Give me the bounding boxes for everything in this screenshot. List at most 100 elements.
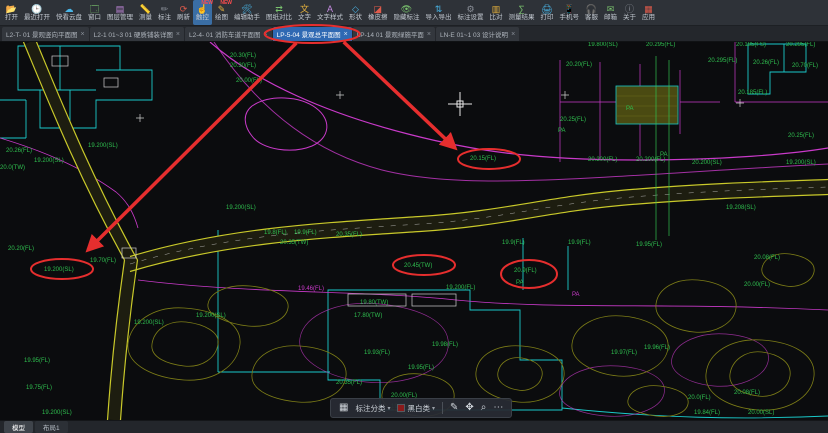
toolbar-item-22[interactable]: 📱手机号 (557, 0, 583, 25)
toolbar-item-label: 导入导出 (426, 14, 452, 22)
chevron-down-icon: ▾ (387, 405, 390, 412)
toolbar-item-icon: ▥ (492, 4, 501, 14)
toolbar-item-icon: 文 (300, 4, 309, 14)
chevron-down-icon: ▾ (432, 405, 435, 412)
toolbar-item-20[interactable]: ∑测量结果 (506, 0, 538, 25)
toolbar-item-3[interactable]: 🗔窗口 (85, 0, 104, 25)
toolbar-item-label: 手机号 (560, 14, 580, 22)
toolbar-item-21[interactable]: 🖨打印 (538, 0, 557, 25)
toolbar-item-icon: ⟳ (180, 4, 188, 14)
more-icon[interactable]: ⋯ (493, 403, 503, 413)
space-tab-1[interactable]: 布局1 (35, 421, 68, 433)
drawing-canvas[interactable]: 19.800(SL)20.295(FL)20.185(FS)20.295(FL)… (0, 42, 828, 420)
toolbar-item-7[interactable]: ⟳刷新 (174, 0, 193, 25)
toolbar-item-icon: ⇅ (435, 4, 443, 14)
toolbar-item-label: 图层管理 (107, 14, 133, 22)
vegetation-contours-layer (128, 254, 814, 417)
toolbar-item-label: 文字样式 (317, 14, 343, 22)
annotation-category-dropdown[interactable]: 标注分类 ▾ (355, 403, 390, 414)
toolbar-item-23[interactable]: 🎧客服 (582, 0, 601, 25)
toolbar-item-icon: ◇ (352, 4, 359, 14)
tab-close-icon[interactable]: × (427, 31, 431, 38)
toolbar-item-icon: ✉ (607, 4, 615, 14)
toolbar-item-label: 应用 (642, 14, 655, 22)
toolbar-item-icon: ☁ (65, 4, 74, 14)
tab-close-icon[interactable]: × (511, 31, 515, 38)
document-tab-4[interactable]: LP-14 01 景观绿施平面× (353, 27, 435, 41)
toolbar-item-label: 编辑助手 (234, 14, 260, 22)
toolbar-item-25[interactable]: ⓘ关于 (620, 0, 639, 25)
document-tab-5[interactable]: LN-E 01~1 03 设计说明× (436, 27, 519, 41)
toolbar-item-label: 图纸对比 (266, 14, 292, 22)
tab-close-icon[interactable]: × (344, 31, 348, 38)
toolbar-item-26[interactable]: ▦应用 (639, 0, 658, 25)
roads-layer (24, 42, 828, 420)
toolbar-item-icon: 📂 (6, 4, 17, 14)
toolbar-item-6[interactable]: ✏标注 (155, 0, 174, 25)
toolbar-item-icon: 🗔 (90, 4, 100, 14)
toolbar-item-5[interactable]: 📏测量 (136, 0, 155, 25)
toolbar-item-label: 窗口 (88, 14, 101, 22)
tab-label: LN-E 01~1 03 设计说明 (440, 29, 508, 39)
toolbar-item-label: 橡皮擦 (368, 14, 388, 22)
toolbar-item-16[interactable]: 👁隐藏标注 (391, 0, 423, 25)
space-tab-0[interactable]: 模型 (4, 421, 33, 433)
color-style-label: 黑白类 (407, 403, 430, 414)
toolbar-item-11[interactable]: ⇄图纸对比 (263, 0, 295, 25)
toolbar-item-label: 打印 (541, 14, 554, 22)
document-tab-2[interactable]: L2-4- 01 消防车道平面图× (185, 27, 272, 41)
toolbar-item-label: 关于 (623, 14, 636, 22)
pan-icon[interactable]: ✥ (465, 403, 473, 413)
toolbar-item-1[interactable]: 🕒最近打开 (21, 0, 53, 25)
document-tab-0[interactable]: L2-T- 01 景观竖向平面图× (2, 27, 89, 41)
cad-viewer-app: 📂打开🕒最近打开☁快看云盘🗔窗口▤图层管理📏测量✏标注⟳刷新☝触控NEW✎绘图N… (0, 0, 828, 433)
color-style-dropdown[interactable]: 黑白类 ▾ (397, 403, 435, 414)
pen-icon[interactable]: ✎ (450, 403, 458, 413)
document-tabbar: L2-T- 01 景观竖向平面图×L2-1 01~3 01 硬质铺装详图×L2-… (0, 26, 828, 42)
toolbar-item-label: 文字 (298, 14, 311, 22)
tab-close-icon[interactable]: × (81, 31, 85, 38)
toolbar-item-label: 客服 (585, 14, 598, 22)
toolbar-item-label: 绘图 (215, 14, 228, 22)
tab-close-icon[interactable]: × (176, 31, 180, 38)
tab-close-icon[interactable]: × (264, 31, 268, 38)
statusbar: 模型布局1 (0, 420, 828, 433)
zoom-icon[interactable]: ⌕ (481, 403, 487, 413)
toolbar-item-14[interactable]: ◇形状 (346, 0, 365, 25)
toolbar-item-label: 刷新 (177, 14, 190, 22)
crosshair-cursor (448, 92, 472, 116)
toolbar-item-8[interactable]: ☝触控NEW (193, 0, 212, 25)
toolbar-item-9[interactable]: ✎绘图NEW (212, 0, 231, 25)
divider (442, 402, 443, 414)
toolbar-item-13[interactable]: A文字样式 (314, 0, 346, 25)
float-tool-icons: ✎ ✥ ⌕ ⋯ (450, 403, 503, 413)
color-chip (397, 404, 405, 412)
annotation-category-label: 标注分类 (355, 403, 385, 414)
toolbar-item-10[interactable]: 🛠编辑助手 (231, 0, 263, 25)
toolbar-item-24[interactable]: ✉邮箱 (601, 0, 620, 25)
toolbar-item-15[interactable]: ◪橡皮擦 (365, 0, 391, 25)
toolbar-item-icon: ◪ (373, 4, 382, 14)
toolbar-item-12[interactable]: 文文字 (295, 0, 314, 25)
toolbar-item-label: 最近打开 (24, 14, 50, 22)
toolbar-item-19[interactable]: ▥比对 (487, 0, 506, 25)
toolbar-item-18[interactable]: ⚙标注设置 (455, 0, 487, 25)
grid-icon[interactable]: ▦ (339, 403, 348, 413)
document-tab-3[interactable]: LP-5-04 景观总平面图× (273, 27, 352, 41)
toolbar-item-label: 测量结果 (509, 14, 535, 22)
toolbar-item-icon: ∑ (518, 4, 524, 14)
toolbar-item-icon: ⇄ (275, 4, 283, 14)
tab-label: L2-1 01~3 01 硬质铺装详图 (94, 29, 173, 39)
toolbar-item-icon: 👁 (401, 4, 412, 14)
toolbar-item-icon: ▦ (644, 4, 653, 14)
toolbar-item-label: 邮箱 (604, 14, 617, 22)
toolbar-item-0[interactable]: 📂打开 (2, 0, 21, 25)
toolbar-item-2[interactable]: ☁快看云盘 (53, 0, 85, 25)
toolbar-item-label: 测量 (139, 14, 152, 22)
toolbar-item-4[interactable]: ▤图层管理 (104, 0, 136, 25)
toolbar-item-17[interactable]: ⇅导入导出 (423, 0, 455, 25)
document-tab-1[interactable]: L2-1 01~3 01 硬质铺装详图× (90, 27, 184, 41)
toolbar-item-label: 标注设置 (458, 14, 484, 22)
toolbar-item-label: 标注 (158, 14, 171, 22)
tab-label: L2-T- 01 景观竖向平面图 (6, 29, 78, 39)
